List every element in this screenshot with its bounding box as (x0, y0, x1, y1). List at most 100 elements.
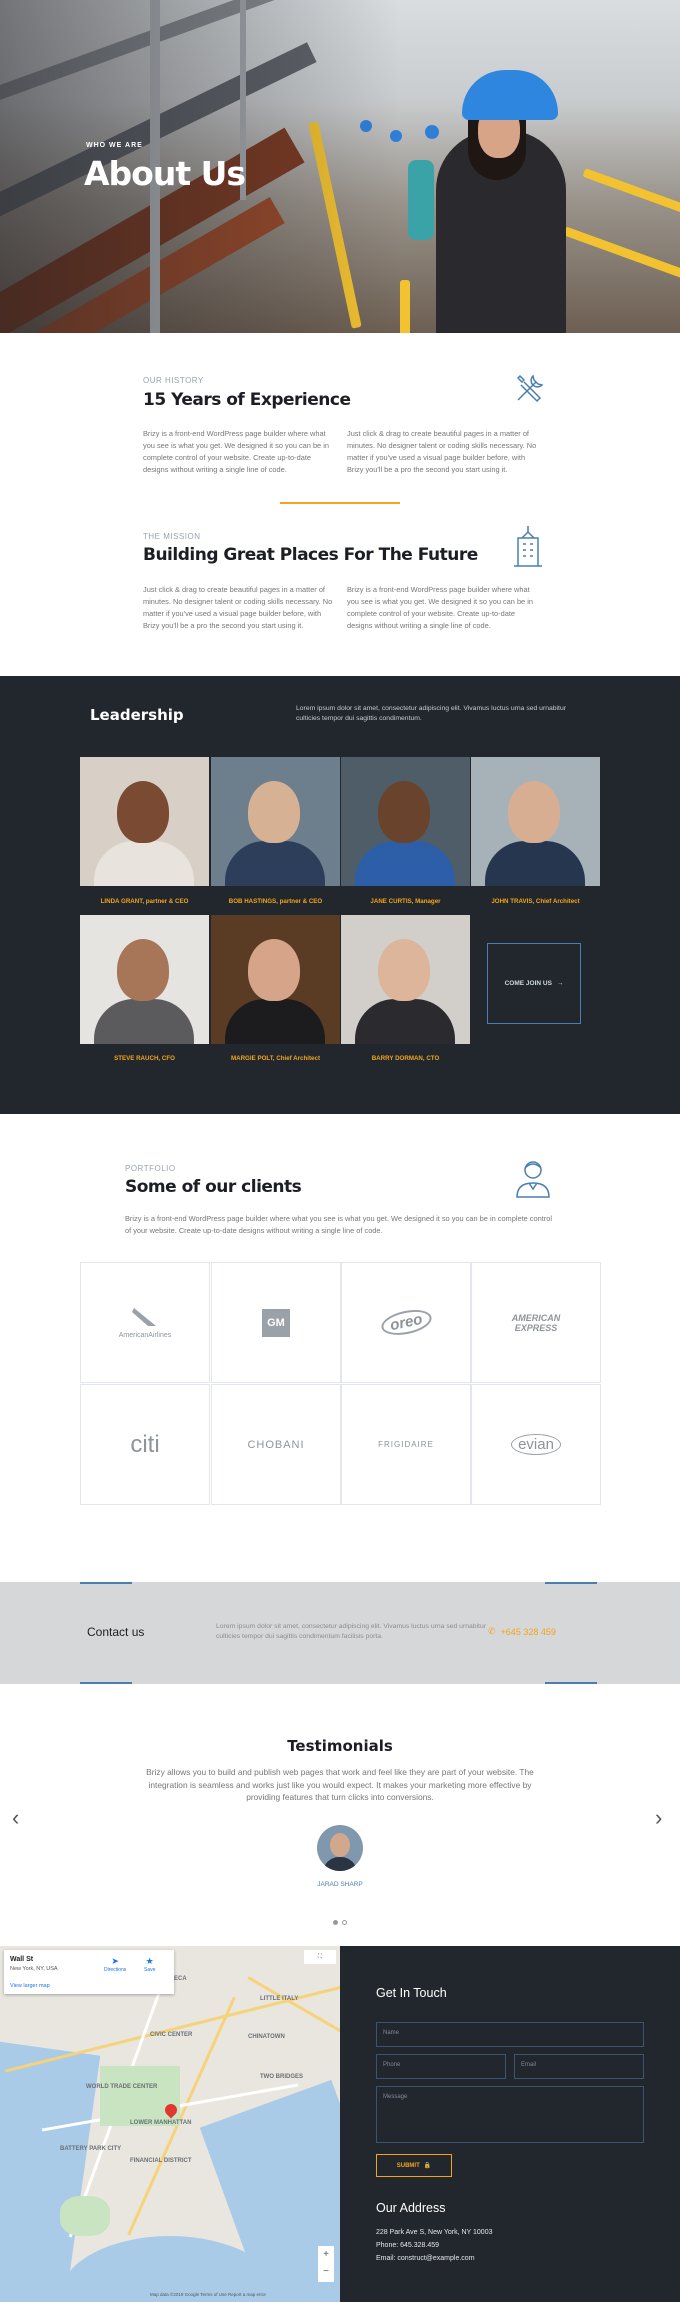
submit-label: SUBMIT (396, 2162, 420, 2169)
client-logo-text: GM (262, 1308, 290, 1337)
client-logo-american-airlines: AmericanAirlines (80, 1262, 210, 1383)
view-larger-map-link[interactable]: View larger map (10, 1983, 50, 1989)
carousel-dot-active[interactable] (333, 1920, 338, 1925)
arrow-right-icon: → (556, 980, 564, 987)
team-photo[interactable] (341, 915, 470, 1044)
directions-icon: ➤ (111, 1956, 119, 1966)
testimonial-quote: Brizy allows you to build and publish we… (146, 1767, 534, 1802)
team-photo[interactable] (341, 757, 470, 886)
client-logo-text: FRIGIDAIRE (378, 1440, 434, 1449)
client-logo-chobani: CHOBANI (211, 1384, 341, 1505)
team-member-name: JOHN TRAVIS, Chief Architect (491, 898, 580, 905)
get-in-touch-section: Get In Touch Name Phone Email Message SU… (340, 1946, 680, 2302)
band-accent-line (545, 1682, 597, 1684)
map-attribution: Map data ©2019 Google Terms of Use Repor… (150, 2292, 267, 2297)
map-label: TWO BRIDGES (260, 2074, 303, 2080)
map-place-name: Wall St (10, 1956, 34, 1963)
client-logo-text: CHOBANI (247, 1438, 305, 1451)
contact-phone[interactable]: ✆ +645 328 459 (488, 1626, 556, 1637)
carousel-next-button[interactable]: › (655, 1805, 662, 1831)
message-textarea[interactable]: Message (376, 2086, 644, 2143)
hero-railing (400, 280, 410, 333)
team-photo[interactable] (471, 757, 600, 886)
map-label: LITTLE ITALY (260, 1996, 299, 2002)
client-logo-oreo: oreo (341, 1262, 471, 1383)
lock-icon: 🔒 (423, 2163, 432, 2169)
zoom-out-icon[interactable]: − (318, 2263, 334, 2280)
mission-kicker: THE MISSION (143, 532, 201, 541)
hard-hat-icon (462, 70, 558, 120)
band-accent-line (545, 1582, 597, 1584)
history-title: 15 Years of Experience (143, 390, 351, 410)
mission-title: Building Great Places For The Future (143, 545, 478, 565)
leadership-title: Leadership (90, 706, 184, 724)
join-us-label: COME JOIN US (504, 980, 552, 987)
avatar (317, 1825, 363, 1871)
fullscreen-button[interactable]: ⛶ (304, 1950, 336, 1964)
team-member-name: BOB HASTINGS, partner & CEO (228, 898, 323, 905)
address-title: Our Address (376, 2201, 446, 2215)
carousel-dot[interactable] (342, 1920, 347, 1925)
client-logo-amex: AMERICAN EXPRESS (471, 1262, 601, 1383)
team-photo[interactable] (211, 915, 340, 1044)
directions-label: Directions (104, 1967, 127, 1973)
map-label: LOWER MANHATTAN (130, 2120, 192, 2126)
client-logo-text: AmericanAirlines (118, 1332, 172, 1339)
client-logo-text: evian (511, 1434, 561, 1455)
phone-input[interactable]: Phone (376, 2054, 506, 2079)
map-label: BATTERY PARK CITY (60, 2146, 122, 2152)
directions-button[interactable]: ➤ Directions (104, 1956, 126, 1973)
leadership-section: Leadership Lorem ipsum dolor sit amet, c… (0, 676, 680, 1114)
map-info-card: Wall St New York, NY, USA View larger ma… (4, 1950, 174, 1994)
map-label: CIVIC CENTER (150, 2032, 193, 2038)
testimonial-author: JARAD SHARP (317, 1881, 363, 1888)
worker-helmet (425, 125, 439, 139)
band-accent-line (80, 1682, 132, 1684)
band-accent-line (80, 1582, 132, 1584)
address-email[interactable]: Email: construct@example.com (376, 2255, 475, 2262)
map[interactable]: TRIBECA CIVIC CENTER LOWER MANHATTAN FIN… (0, 1946, 340, 2302)
join-us-button[interactable]: COME JOIN US → (487, 943, 581, 1024)
team-member-name: LINDA GRANT, partner & CEO (100, 898, 189, 905)
client-logo-text: citi (130, 1430, 160, 1458)
carousel-prev-button[interactable]: ‹ (12, 1805, 19, 1831)
phone-icon: ✆ (488, 1626, 496, 1636)
team-photo[interactable] (211, 757, 340, 886)
team-photo[interactable] (80, 915, 209, 1044)
map-label: CHINATOWN (248, 2034, 285, 2040)
mission-column-1: Just click & drag to create beautiful pa… (143, 585, 333, 630)
zoom-controls[interactable]: + − (318, 2246, 334, 2282)
hero-railing (562, 226, 680, 283)
address-line: 228 Park Ave S, New York, NY 10003 (376, 2229, 493, 2236)
team-photo[interactable] (80, 757, 209, 886)
client-logo-text: oreo (378, 1305, 434, 1340)
hero-railing (582, 168, 680, 221)
contact-title: Contact us (87, 1625, 145, 1639)
team-member-name: JANE CURTIS, Manager (370, 898, 441, 905)
client-logo-gm: GM (211, 1262, 341, 1383)
skyscraper-icon (510, 524, 546, 573)
map-park (60, 2196, 110, 2236)
save-button[interactable]: ★ Save (144, 1956, 155, 1973)
clients-title: Some of our clients (125, 1177, 302, 1197)
submit-button[interactable]: SUBMIT 🔒 (376, 2154, 452, 2177)
person-icon (514, 1158, 552, 1203)
section-divider (280, 502, 400, 504)
testimonials-title: Testimonials (287, 1737, 393, 1755)
clients-kicker: PORTFOLIO (125, 1164, 176, 1173)
history-kicker: OUR HISTORY (143, 376, 204, 385)
mission-column-2: Brizy is a front-end WordPress page buil… (347, 585, 533, 630)
team-member-name: STEVE RAUCH, CFO (114, 1055, 175, 1062)
contact-band: Contact us Lorem ipsum dolor sit amet, c… (0, 1582, 680, 1684)
email-input[interactable]: Email (514, 2054, 644, 2079)
map-park (100, 2066, 180, 2126)
name-input[interactable]: Name (376, 2022, 644, 2047)
hero-section: WHO WE ARE About Us (0, 0, 680, 333)
save-label: Save (144, 1967, 156, 1973)
address-phone: Phone: 645.328.459 (376, 2242, 440, 2249)
leadership-description: Lorem ipsum dolor sit amet, consectetur … (296, 705, 566, 722)
tools-icon (512, 370, 548, 411)
zoom-in-icon[interactable]: + (318, 2246, 334, 2263)
worker-body (408, 160, 434, 240)
clients-description: Brizy is a front-end WordPress page buil… (125, 1214, 552, 1235)
